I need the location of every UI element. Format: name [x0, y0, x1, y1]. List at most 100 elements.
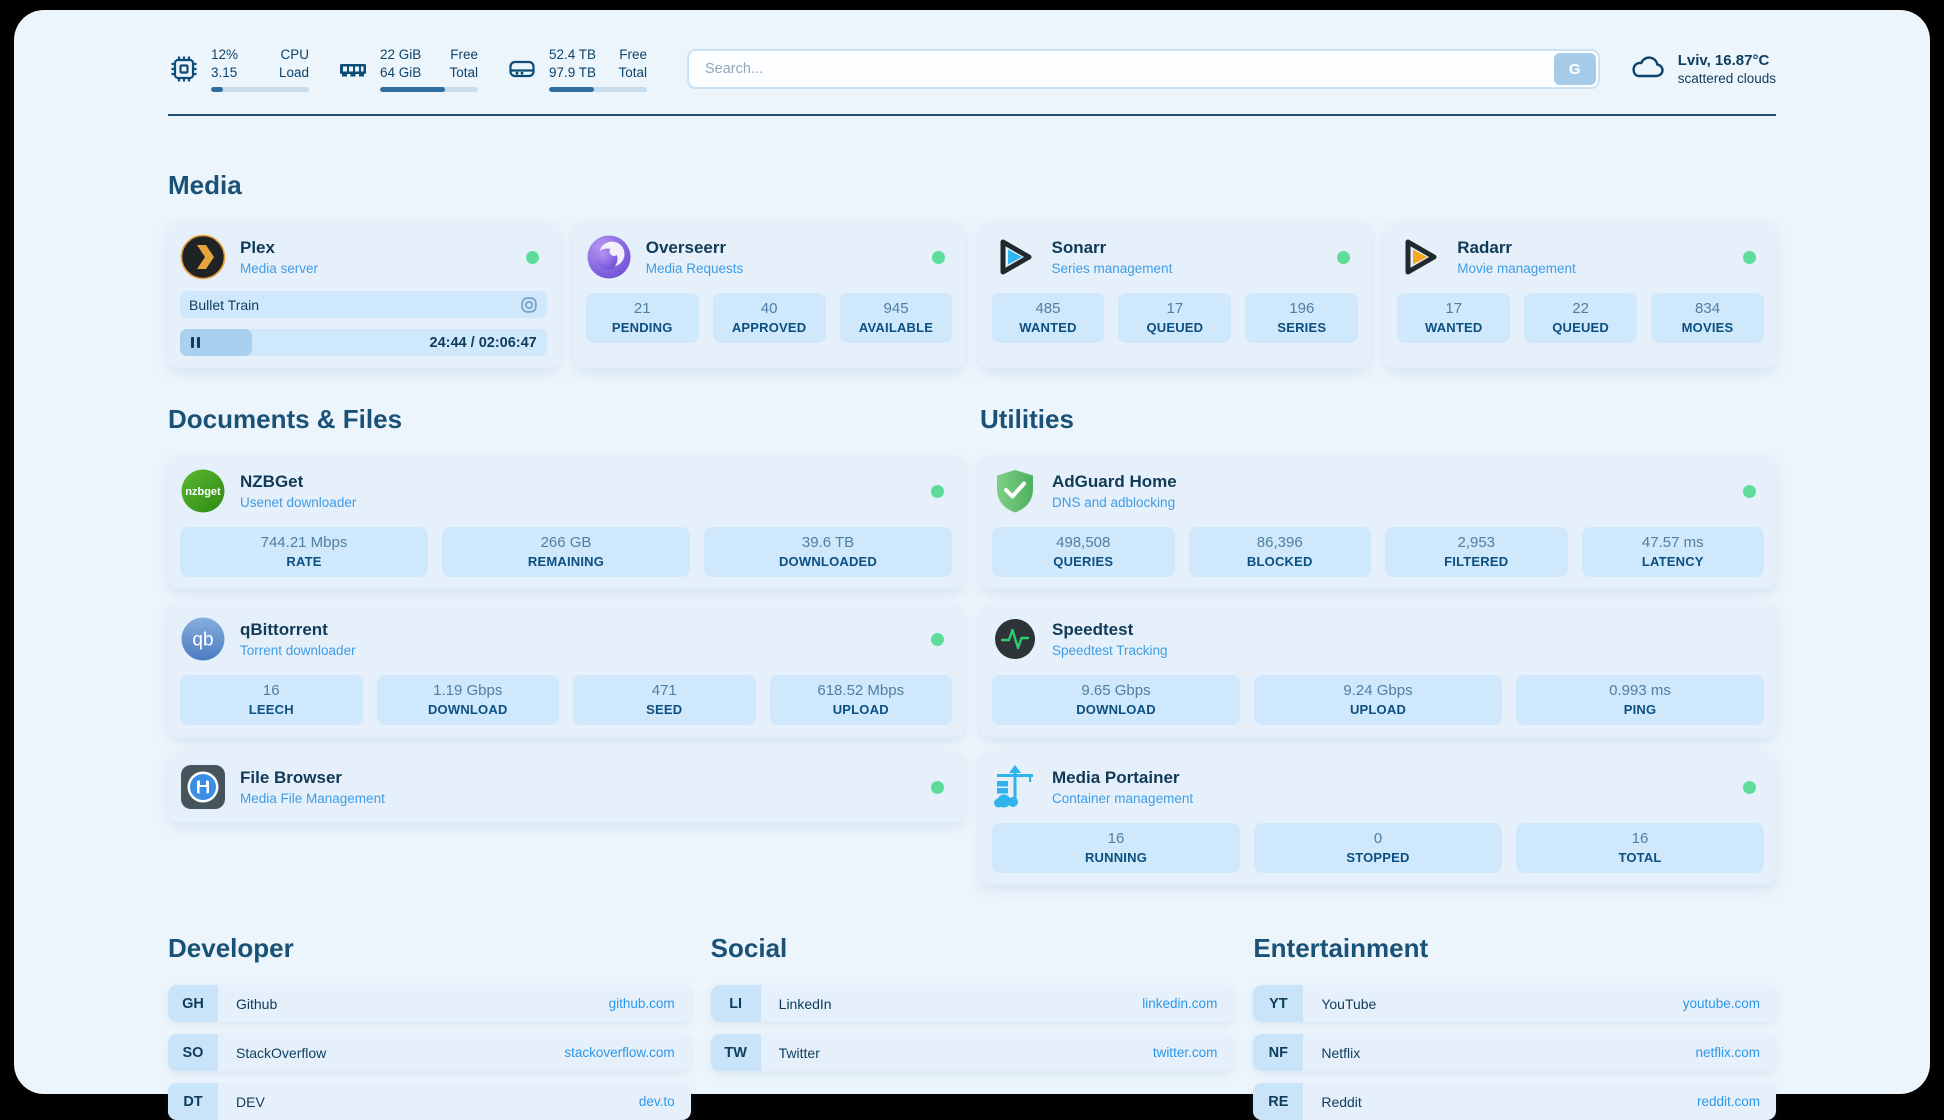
stat-label: UPLOAD	[1258, 702, 1498, 717]
cpu-widget: 12%CPU 3.15Load	[168, 46, 309, 91]
stat-label: QUEUED	[1528, 320, 1633, 335]
app-title: AdGuard Home	[1052, 472, 1177, 492]
now-playing-row: Bullet Train	[180, 291, 547, 318]
bookmark-youtube[interactable]: YT YouTube youtube.com	[1253, 985, 1776, 1022]
stat-label: UPLOAD	[774, 702, 949, 717]
cpu-chip-icon	[168, 53, 200, 85]
stat-value: 0.993 ms	[1520, 682, 1760, 699]
stat-label: RUNNING	[996, 850, 1236, 865]
stat-value: 21	[590, 300, 695, 317]
stat-label: LEECH	[184, 702, 359, 717]
speedtest-icon	[992, 616, 1038, 662]
stat-label: WANTED	[996, 320, 1101, 335]
stat-label: SEED	[577, 702, 752, 717]
bookmark-stackoverflow[interactable]: SO StackOverflow stackoverflow.com	[168, 1034, 691, 1071]
stat-value: 266 GB	[446, 534, 686, 551]
plex-icon	[180, 234, 226, 280]
bookmark-url: linkedin.com	[1142, 996, 1233, 1011]
bookmark-linkedin[interactable]: LI LinkedIn linkedin.com	[711, 985, 1234, 1022]
svg-text:nzbget: nzbget	[185, 486, 221, 498]
section-title-media: Media	[168, 168, 1776, 202]
app-card-plex[interactable]: Plex Media server Bullet Train 24:44 / 0…	[168, 222, 559, 368]
app-title: Media Portainer	[1052, 768, 1193, 788]
bookmark-github[interactable]: GH Github github.com	[168, 985, 691, 1022]
bookmark-url: twitter.com	[1153, 1045, 1234, 1060]
cpu-usage: 12%	[211, 46, 238, 64]
app-title: Overseerr	[646, 238, 744, 258]
bookmark-url: netflix.com	[1695, 1045, 1776, 1060]
ram-label-1: Free	[450, 46, 478, 64]
disk-progress-fill	[549, 87, 594, 92]
status-dot	[932, 251, 945, 264]
stat-box: 2,953FILTERED	[1385, 527, 1568, 577]
stat-value: 39.6 TB	[708, 534, 948, 551]
ram-progress-bar	[380, 87, 478, 92]
app-card-portainer[interactable]: Media Portainer Container management 16R…	[980, 752, 1776, 885]
disk-label-1: Free	[619, 46, 647, 64]
stat-value: 196	[1249, 300, 1354, 317]
stat-box: 498,508QUERIES	[992, 527, 1175, 577]
disk-label-2: Total	[618, 64, 647, 82]
bookmark-dev[interactable]: DT DEV dev.to	[168, 1083, 691, 1120]
app-card-overseerr[interactable]: Overseerr Media Requests 21PENDING 40APP…	[574, 222, 965, 368]
bookmark-netflix[interactable]: NF Netflix netflix.com	[1253, 1034, 1776, 1071]
stat-box: 834MOVIES	[1651, 293, 1764, 343]
session-icon	[520, 296, 538, 314]
bookmark-twitter[interactable]: TW Twitter twitter.com	[711, 1034, 1234, 1071]
bookmark-reddit[interactable]: RE Reddit reddit.com	[1253, 1083, 1776, 1120]
stat-label: DOWNLOAD	[996, 702, 1236, 717]
section-title-documents: Documents & Files	[168, 402, 964, 436]
portainer-icon	[992, 764, 1038, 810]
stat-box: 945AVAILABLE	[840, 293, 953, 343]
bookmark-url: youtube.com	[1683, 996, 1776, 1011]
cloud-icon	[1628, 51, 1668, 88]
filebrowser-icon	[180, 764, 226, 810]
app-card-sonarr[interactable]: Sonarr Series management 485WANTED 17QUE…	[980, 222, 1371, 368]
bookmark-abbr: RE	[1253, 1083, 1303, 1120]
app-title: Radarr	[1457, 238, 1576, 258]
stat-label: APPROVED	[717, 320, 822, 335]
section-documents: Documents & Files nzbget NZBGet Usenet d…	[168, 402, 964, 885]
app-card-speedtest[interactable]: Speedtest Speedtest Tracking 9.65 GbpsDO…	[980, 604, 1776, 737]
status-dot	[931, 485, 944, 498]
app-title: Sonarr	[1052, 238, 1173, 258]
bookmark-name: StackOverflow	[236, 1045, 326, 1061]
bookmark-url: dev.to	[639, 1094, 691, 1109]
stat-box: 40 APPROVED	[713, 293, 826, 343]
bookmark-abbr: GH	[168, 985, 218, 1022]
stat-value: 86,396	[1193, 534, 1368, 551]
stat-label: STOPPED	[1258, 850, 1498, 865]
search-input[interactable]	[687, 49, 1600, 89]
app-card-adguard[interactable]: AdGuard Home DNS and adblocking 498,508Q…	[980, 456, 1776, 589]
app-title: qBittorrent	[240, 620, 356, 640]
stat-label: LATENCY	[1586, 554, 1761, 569]
section-developer: Developer GH Github github.com SO StackO…	[168, 931, 691, 1120]
app-card-qbittorrent[interactable]: qb qBittorrent Torrent downloader 16LEEC…	[168, 604, 964, 737]
stat-box: 39.6 TBDOWNLOADED	[704, 527, 952, 577]
stat-box: 21PENDING	[586, 293, 699, 343]
stat-box: 0STOPPED	[1254, 823, 1502, 873]
status-dot	[931, 781, 944, 794]
bookmark-name: Reddit	[1321, 1094, 1361, 1110]
stat-box: 9.24 GbpsUPLOAD	[1254, 675, 1502, 725]
stat-value: 17	[1122, 300, 1227, 317]
stat-value: 945	[844, 300, 949, 317]
stat-value: 40	[717, 300, 822, 317]
stat-box: 485WANTED	[992, 293, 1105, 343]
stat-box: 744.21 MbpsRATE	[180, 527, 428, 577]
app-card-nzbget[interactable]: nzbget NZBGet Usenet downloader 744.21 M…	[168, 456, 964, 589]
cpu-progress-bar	[211, 87, 309, 92]
stat-label: WANTED	[1401, 320, 1506, 335]
stat-value: 498,508	[996, 534, 1171, 551]
ram-icon	[337, 53, 369, 85]
app-card-radarr[interactable]: Radarr Movie management 17WANTED 22QUEUE…	[1385, 222, 1776, 368]
stat-value: 47.57 ms	[1586, 534, 1761, 551]
app-desc: Media File Management	[240, 791, 385, 806]
stat-value: 17	[1401, 300, 1506, 317]
stat-value: 471	[577, 682, 752, 699]
stat-box: 16RUNNING	[992, 823, 1240, 873]
app-card-filebrowser[interactable]: File Browser Media File Management	[168, 752, 964, 822]
status-dot	[1337, 251, 1350, 264]
bookmark-name: Netflix	[1321, 1045, 1360, 1061]
search-engine-button[interactable]: G	[1554, 53, 1596, 85]
